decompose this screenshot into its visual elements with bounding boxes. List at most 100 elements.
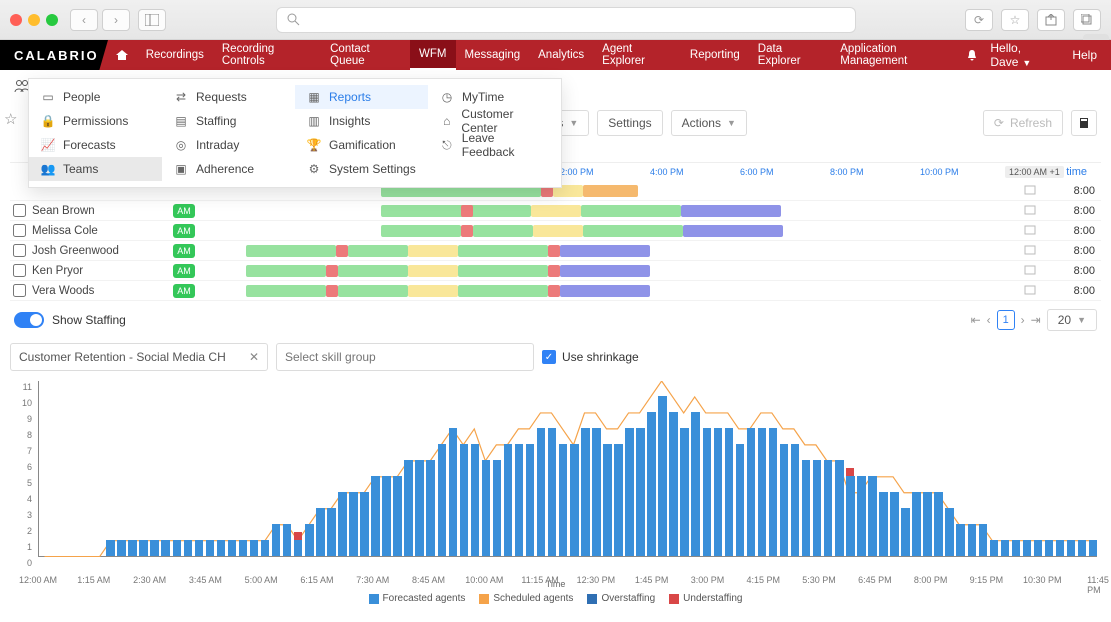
tabs-button[interactable]	[1073, 9, 1101, 31]
menu-item-staffing[interactable]: ▤Staffing	[162, 109, 295, 133]
row-checkbox[interactable]	[10, 284, 28, 297]
menu-item-system-settings[interactable]: ⚙System Settings	[295, 157, 428, 181]
menu-item-insights[interactable]: ▥Insights	[295, 109, 428, 133]
note-icon[interactable]	[1015, 225, 1045, 237]
nav-wfm[interactable]: WFM	[410, 40, 455, 70]
menu-item-permissions[interactable]: 🔒Permissions	[29, 109, 162, 133]
x-tick: 1:45 PM	[635, 575, 669, 585]
forecast-bar	[1012, 540, 1021, 556]
schedule-bar[interactable]	[201, 244, 1015, 258]
menu-item-requests[interactable]: ⇄Requests	[162, 85, 295, 109]
nav-contact-queue[interactable]: Contact Queue	[321, 40, 410, 70]
agent-row[interactable]: Ken PryorAM8:00	[10, 261, 1101, 281]
shift-badge: AM	[173, 244, 195, 258]
forecast-bar	[813, 460, 822, 556]
schedule-bar[interactable]	[201, 264, 1015, 278]
note-icon[interactable]	[1015, 205, 1045, 217]
maximize-window-icon[interactable]	[46, 14, 58, 26]
nav-analytics[interactable]: Analytics	[529, 40, 593, 70]
home-button[interactable]	[108, 48, 137, 62]
menu-item-adherence[interactable]: ▣Adherence	[162, 157, 295, 181]
forecast-bar	[802, 460, 811, 556]
menu-item-customer-center[interactable]: ⌂Customer Center	[428, 109, 561, 133]
bell-icon[interactable]	[965, 48, 978, 62]
id-icon: ▭	[41, 90, 55, 104]
contract-time: 8:00	[1045, 205, 1101, 217]
pager-page[interactable]: 1	[997, 310, 1015, 330]
nav-recordings[interactable]: Recordings	[137, 40, 213, 70]
menu-item-people[interactable]: ▭People	[29, 85, 162, 109]
sidebar-toggle-button[interactable]	[138, 9, 166, 31]
pager-last-button[interactable]: ⇥	[1031, 313, 1041, 327]
shift-badge: AM	[173, 224, 195, 238]
export-button[interactable]	[1071, 110, 1097, 136]
menu-item-forecasts[interactable]: 📈Forecasts	[29, 133, 162, 157]
brand-logo[interactable]: CALABRIO	[0, 40, 108, 70]
url-bar[interactable]	[276, 7, 856, 33]
row-checkbox[interactable]	[10, 264, 28, 277]
menu-item-reports[interactable]: ▦Reports	[295, 85, 428, 109]
refresh-button[interactable]: ⟳ Refresh	[983, 110, 1063, 136]
favorite-button[interactable]: ☆	[4, 111, 17, 128]
nav-agent-explorer[interactable]: Agent Explorer	[593, 40, 681, 70]
bookmark-button[interactable]: ☆	[1001, 9, 1029, 31]
agent-row[interactable]: Josh GreenwoodAM8:00	[10, 241, 1101, 261]
nav-recording-controls[interactable]: Recording Controls	[213, 40, 321, 70]
forecast-bar	[139, 540, 148, 556]
back-button[interactable]: ‹	[70, 9, 98, 31]
menu-item-label: System Settings	[329, 162, 416, 176]
window-controls[interactable]	[10, 14, 58, 26]
settings-button[interactable]: Settings	[597, 110, 662, 136]
pager-prev-button[interactable]: ‹	[987, 313, 991, 327]
forecast-bar	[625, 428, 634, 556]
nav-data-explorer[interactable]: Data Explorer	[749, 40, 831, 70]
pager-first-button[interactable]: ⇤	[971, 313, 981, 327]
agent-row[interactable]: Sean BrownAM8:00	[10, 201, 1101, 221]
help-link[interactable]: Help	[1072, 48, 1097, 62]
y-tick: 7	[27, 446, 32, 456]
reload-button[interactable]: ⟳	[965, 9, 993, 31]
agent-row[interactable]: Vera WoodsAM8:00	[10, 281, 1101, 301]
share-button[interactable]	[1037, 9, 1065, 31]
close-window-icon[interactable]	[10, 14, 22, 26]
forecast-bar	[493, 460, 502, 556]
minimize-window-icon[interactable]	[28, 14, 40, 26]
page-size-selector[interactable]: 20▼	[1047, 309, 1097, 331]
schedule-bar[interactable]	[201, 204, 1015, 218]
row-checkbox[interactable]	[10, 244, 28, 257]
agent-name: Josh Greenwood	[28, 245, 173, 257]
actions-button[interactable]: Actions▼	[671, 110, 747, 136]
agent-row[interactable]: Melissa ColeAM8:00	[10, 221, 1101, 241]
menu-item-intraday[interactable]: ◎Intraday	[162, 133, 295, 157]
note-icon[interactable]	[1015, 285, 1045, 297]
row-checkbox[interactable]	[10, 204, 28, 217]
note-icon[interactable]	[1015, 265, 1045, 277]
forecast-bar	[1001, 540, 1010, 556]
note-icon[interactable]	[1015, 245, 1045, 257]
menu-item-teams[interactable]: 👥Teams	[29, 157, 162, 181]
schedule-bar[interactable]	[201, 284, 1015, 298]
nav-application-management[interactable]: Application Management	[831, 40, 965, 70]
show-staffing-toggle[interactable]	[14, 312, 44, 328]
user-greeting[interactable]: Hello, Dave▼	[990, 41, 1060, 69]
menu-item-mytime[interactable]: ◷MyTime	[428, 85, 561, 109]
nav-reporting[interactable]: Reporting	[681, 40, 749, 70]
x-tick: 12:30 PM	[577, 575, 616, 585]
use-shrinkage-checkbox[interactable]: ✓ Use shrinkage	[542, 350, 639, 364]
schedule-bar[interactable]	[201, 224, 1015, 238]
skill-group-input[interactable]	[276, 343, 534, 371]
nav-messaging[interactable]: Messaging	[456, 40, 530, 70]
forecast-bar	[703, 428, 712, 556]
skill-chip[interactable]: Customer Retention - Social Media CH ✕	[10, 343, 268, 371]
menu-item-gamification[interactable]: 🏆Gamification	[295, 133, 428, 157]
remove-skill-icon[interactable]: ✕	[249, 350, 259, 364]
forward-button[interactable]: ›	[102, 9, 130, 31]
forecast-bar	[173, 540, 182, 556]
menu-item-leave-feedback[interactable]: ⎋Leave Feedback	[428, 133, 561, 157]
row-checkbox[interactable]	[10, 224, 28, 237]
forecast-bar	[956, 524, 965, 556]
legend-swatch	[369, 594, 379, 604]
contract-time: 8:00	[1045, 265, 1101, 277]
forecast-bar	[327, 508, 336, 556]
pager-next-button[interactable]: ›	[1021, 313, 1025, 327]
